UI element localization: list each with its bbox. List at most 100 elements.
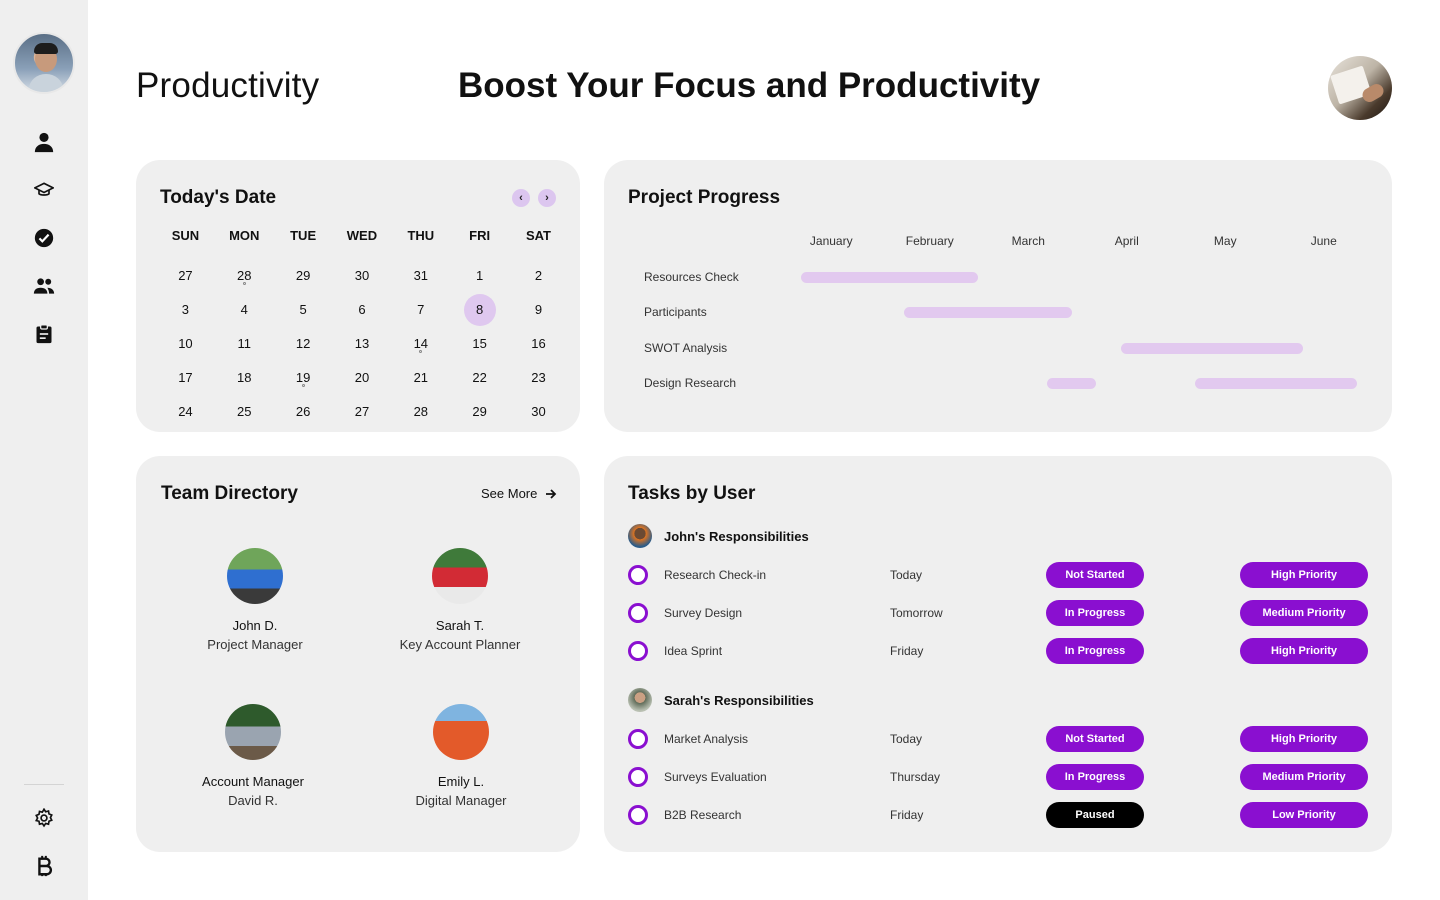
- arrow-right-icon: [546, 488, 557, 499]
- calendar-day[interactable]: 15: [464, 328, 496, 360]
- clipboard-icon[interactable]: [32, 322, 56, 346]
- priority-badge[interactable]: High Priority: [1240, 638, 1368, 664]
- task-complete-radio[interactable]: [628, 805, 648, 825]
- calendar-prev-button[interactable]: ‹: [512, 189, 530, 207]
- task-complete-radio[interactable]: [628, 565, 648, 585]
- calendar-day[interactable]: 29: [287, 260, 319, 292]
- project-progress-card: Project Progress January February March Apr…: [604, 160, 1392, 432]
- calendar-day[interactable]: 29: [464, 396, 496, 428]
- sidebar: [0, 0, 88, 900]
- calendar-day[interactable]: 26: [287, 396, 319, 428]
- gear-icon[interactable]: [32, 806, 56, 830]
- sidebar-divider: [24, 784, 64, 785]
- month-label: May: [1213, 234, 1237, 248]
- team-member-card[interactable]: Sarah T. Key Account Planner: [360, 548, 560, 652]
- status-badge[interactable]: In Progress: [1046, 764, 1144, 790]
- calendar-day[interactable]: 20: [346, 362, 378, 394]
- task-complete-radio[interactable]: [628, 767, 648, 787]
- calendar-title: Today's Date: [160, 187, 277, 208]
- calendar-day[interactable]: 27: [169, 260, 201, 292]
- see-more-link[interactable]: See More: [481, 486, 557, 501]
- project-progress-title: Project Progress: [628, 187, 781, 208]
- calendar-day[interactable]: 28: [228, 260, 260, 292]
- user-avatar[interactable]: [13, 32, 75, 94]
- team-directory-card: Team Directory See More John D. Project M…: [136, 456, 580, 852]
- calendar-day[interactable]: 7: [405, 294, 437, 326]
- team-directory-title: Team Directory: [161, 483, 298, 504]
- status-badge[interactable]: Paused: [1046, 802, 1144, 828]
- user-icon[interactable]: [32, 130, 56, 154]
- calendar-day[interactable]: 30: [346, 260, 378, 292]
- check-circle-icon[interactable]: [32, 226, 56, 250]
- calendar-day[interactable]: 12: [287, 328, 319, 360]
- status-badge[interactable]: In Progress: [1046, 638, 1144, 664]
- calendar-day[interactable]: 10: [169, 328, 201, 360]
- calendar-day[interactable]: 21: [405, 362, 437, 394]
- weekday-sat: SAT: [525, 228, 551, 243]
- bitcoin-icon[interactable]: [32, 854, 56, 878]
- calendar-card: Today's Date ‹ › SUN MON TUE WED THU FRI SAT 27…: [136, 160, 580, 432]
- task-complete-radio[interactable]: [628, 641, 648, 661]
- calendar-day[interactable]: 31: [405, 260, 437, 292]
- team-member-card[interactable]: Account Manager David R.: [153, 704, 353, 808]
- priority-badge[interactable]: High Priority: [1240, 726, 1368, 752]
- status-badge[interactable]: Not Started: [1046, 562, 1144, 588]
- event-dot: [242, 282, 246, 285]
- month-label: April: [1114, 234, 1139, 248]
- task-complete-radio[interactable]: [628, 603, 648, 623]
- event-dot: [301, 384, 305, 387]
- weekday-mon: MON: [229, 228, 260, 243]
- calendar-day[interactable]: 3: [169, 294, 201, 326]
- calendar-day[interactable]: 23: [522, 362, 554, 394]
- member-photo: [225, 704, 281, 760]
- calendar-next-button[interactable]: ›: [538, 189, 556, 207]
- task-row: Market Analysis Today Not Started High Prio…: [628, 726, 1368, 752]
- month-label: March: [1011, 234, 1045, 248]
- calendar-day[interactable]: 9: [522, 294, 554, 326]
- gantt-task-label: Participants: [644, 305, 707, 319]
- calendar-day[interactable]: 28: [405, 396, 437, 428]
- calendar-day[interactable]: 11: [228, 328, 260, 360]
- calendar-day[interactable]: 19: [287, 362, 319, 394]
- task-complete-radio[interactable]: [628, 729, 648, 749]
- calendar-day-cell: 27: [333, 404, 392, 438]
- graduation-cap-icon[interactable]: [32, 178, 56, 202]
- calendar-week-row: 24 25 26 27 28 29 30: [156, 404, 568, 438]
- team-member-card[interactable]: John D. Project Manager: [155, 548, 355, 652]
- calendar-day[interactable]: 8: [463, 294, 496, 326]
- calendar-day[interactable]: 30: [522, 396, 554, 428]
- task-row: Survey Design Tomorrow In Progress Medium P…: [628, 600, 1368, 626]
- calendar-day[interactable]: 18: [228, 362, 260, 394]
- calendar-day[interactable]: 22: [464, 362, 496, 394]
- status-badge[interactable]: In Progress: [1046, 600, 1144, 626]
- priority-badge[interactable]: Medium Priority: [1240, 600, 1368, 626]
- gantt-task-label: Resources Check: [644, 270, 739, 284]
- calendar-day[interactable]: 1: [464, 260, 496, 292]
- calendar-day[interactable]: 25: [228, 396, 260, 428]
- gantt-bar: [1121, 343, 1304, 354]
- calendar-day[interactable]: 6: [346, 294, 378, 326]
- priority-badge[interactable]: Low Priority: [1240, 802, 1368, 828]
- task-due: Tomorrow: [890, 606, 943, 620]
- weekday-sun: SUN: [171, 228, 200, 243]
- calendar-day[interactable]: 14: [405, 328, 437, 360]
- weekday-tue: TUE: [290, 228, 317, 243]
- team-icon[interactable]: [32, 274, 56, 298]
- user-avatar: [628, 524, 652, 548]
- calendar-day[interactable]: 4: [228, 294, 260, 326]
- task-name: Surveys Evaluation: [664, 770, 767, 784]
- calendar-day[interactable]: 16: [522, 328, 554, 360]
- team-member-card[interactable]: Emily L. Digital Manager: [361, 704, 561, 808]
- calendar-day[interactable]: 5: [287, 294, 319, 326]
- calendar-day[interactable]: 13: [346, 328, 378, 360]
- task-name: Market Analysis: [664, 732, 749, 746]
- task-due: Friday: [890, 808, 924, 822]
- calendar-day-cell: 25: [215, 404, 274, 438]
- calendar-day[interactable]: 24: [169, 396, 201, 428]
- calendar-day[interactable]: 2: [522, 260, 554, 292]
- calendar-day[interactable]: 27: [346, 396, 378, 428]
- priority-badge[interactable]: Medium Priority: [1240, 764, 1368, 790]
- calendar-day[interactable]: 17: [169, 362, 201, 394]
- priority-badge[interactable]: High Priority: [1240, 562, 1368, 588]
- status-badge[interactable]: Not Started: [1046, 726, 1144, 752]
